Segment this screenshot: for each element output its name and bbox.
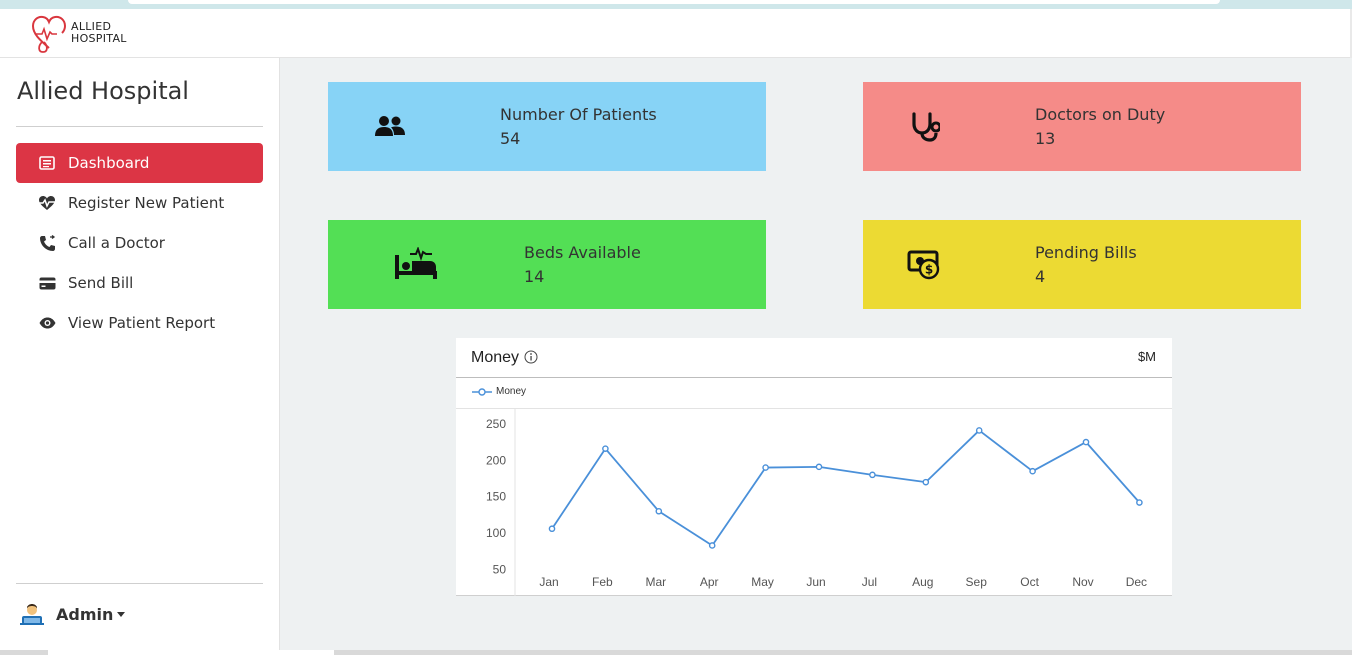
stethoscope-icon [906,108,942,144]
sidebar-item-register-new-patient[interactable]: Register New Patient [16,183,263,223]
heartbeat-icon [38,194,56,212]
sidebar-title: Allied Hospital [17,77,189,105]
heart-stethoscope-icon [31,15,67,53]
user-avatar-icon [20,602,44,626]
card-title: Pending Bills [1035,243,1137,262]
card-title: Doctors on Duty [1035,105,1166,124]
chart-legend[interactable]: Money [472,386,526,397]
x-tick-label: Apr [700,575,719,589]
sidebar-item-view-patient-report[interactable]: View Patient Report [16,303,263,343]
y-tick-label: 150 [486,490,506,504]
chart-header-divider [456,377,1172,378]
sidebar-item-label: Dashboard [68,154,150,172]
dashboard-icon [38,154,56,172]
sidebar-menu: Dashboard Register New Patient Call a Do… [16,143,263,343]
sidebar-divider-bottom [16,583,263,584]
x-tick-label: Aug [912,575,933,589]
money-chart-panel: Money $M Money 250 200 150 100 50 Jan Feb Mar Ap… [456,338,1172,596]
x-tick-label: Oct [1020,575,1039,589]
browser-bottom-strip [0,650,1352,655]
money-bill-icon: $ [906,246,942,282]
x-tick-label: Jan [539,575,558,589]
brand-line-2: HOSPITAL [71,32,127,45]
browser-tab-edge [128,0,1220,4]
chart-unit: $M [1137,349,1156,364]
users-icon [372,108,408,144]
user-menu[interactable]: Admin [20,602,126,626]
sidebar-item-call-a-doctor[interactable]: Call a Doctor [16,223,263,263]
sidebar-item-label: Register New Patient [68,194,225,212]
y-tick-label: 100 [486,526,506,540]
y-tick-label: 250 [486,417,506,431]
x-tick-label: Sep [966,575,988,589]
card-value: 54 [500,129,521,148]
x-tick-label: Mar [645,575,666,589]
sidebar-item-label: View Patient Report [68,314,216,332]
stat-card-beds[interactable]: Beds Available 14 [328,220,766,309]
stat-card-patients[interactable]: Number Of Patients 54 [328,82,766,171]
chart-title: Money [471,349,520,366]
money-data-point [975,427,983,434]
brand-logo[interactable]: ALLIED HOSPITAL [30,12,140,54]
stat-card-bills[interactable]: $ Pending Bills 4 [863,220,1301,309]
sidebar-item-label: Send Bill [68,274,134,292]
info-icon[interactable] [524,350,538,364]
y-tick-label: 50 [493,563,507,577]
sidebar: Allied Hospital Dashboard Register New P… [0,58,280,655]
x-tick-label: Jul [862,575,877,589]
money-line-chart: 250 200 150 100 50 Jan Feb Mar Apr May Jun Jul Aug Se… [486,409,1147,596]
sidebar-item-send-bill[interactable]: Send Bill [16,263,263,303]
money-data-point [548,525,556,533]
card-value: 14 [524,267,545,286]
card-value: 13 [1035,129,1056,148]
card-value: 4 [1035,267,1046,286]
x-tick-label: May [751,575,774,589]
sidebar-item-dashboard[interactable]: Dashboard [16,143,263,183]
money-series-line [551,429,1141,547]
hospital-bed-icon [394,246,438,282]
browser-bottom-tab [48,650,334,655]
stat-card-doctors[interactable]: Doctors on Duty 13 [863,82,1301,171]
browser-top-strip [0,0,1352,9]
money-data-point [1082,438,1090,446]
sidebar-item-label: Call a Doctor [68,234,165,252]
y-tick-label: 200 [486,453,506,467]
legend-line-marker-icon [472,387,492,396]
card-title: Number Of Patients [500,105,657,124]
money-data-point [708,542,716,549]
eye-icon [38,314,56,332]
sidebar-divider [16,126,263,127]
money-data-point [602,445,609,452]
phone-icon [38,234,56,252]
money-data-point [922,478,930,486]
money-data-point [655,507,663,515]
money-data-point [762,464,769,471]
credit-card-icon [38,274,56,292]
svg-text:$: $ [925,263,933,277]
x-tick-label: Feb [592,575,613,589]
money-data-point [1029,467,1036,475]
legend-label: Money [496,386,527,397]
card-title: Beds Available [524,243,641,262]
user-name: Admin [56,604,114,624]
x-tick-label: Nov [1072,575,1093,589]
x-tick-label: Dec [1126,575,1147,589]
top-navbar: ALLIED HOSPITAL [0,9,1352,58]
chevron-down-icon [117,611,126,617]
money-data-point [815,463,823,471]
money-data-point [1136,499,1143,506]
money-data-point [869,471,876,479]
x-tick-label: Jun [806,575,825,589]
